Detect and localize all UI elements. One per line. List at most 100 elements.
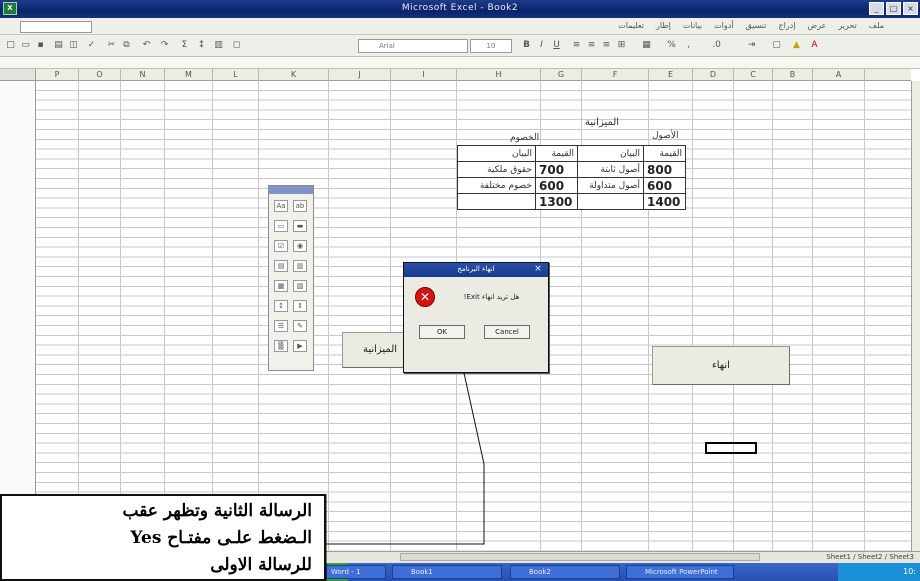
taskbar-item[interactable]: Book1 bbox=[392, 565, 502, 579]
forms-toolbar-title[interactable] bbox=[269, 186, 313, 194]
menu-file[interactable]: ملف bbox=[869, 21, 884, 30]
column-header[interactable]: F bbox=[582, 69, 649, 81]
autosum-icon[interactable]: Σ bbox=[178, 39, 191, 52]
combo-list-icon[interactable]: ▦ bbox=[274, 280, 288, 292]
table-cell[interactable]: 600 bbox=[535, 177, 578, 194]
control-props-icon[interactable]: ☰ bbox=[274, 320, 288, 332]
preview-icon[interactable]: ◫ bbox=[67, 39, 80, 52]
table-cell[interactable]: حقوق ملكية bbox=[457, 161, 536, 178]
spinner-icon[interactable]: ⇕ bbox=[293, 300, 307, 312]
table-cell[interactable] bbox=[577, 193, 644, 210]
close-icon[interactable]: × bbox=[532, 264, 544, 275]
end-button[interactable]: انهاء bbox=[652, 346, 790, 385]
table-cell[interactable] bbox=[457, 193, 536, 210]
open-icon[interactable]: ▭ bbox=[19, 39, 32, 52]
sort-icon[interactable]: ↕ bbox=[195, 39, 208, 52]
close-icon[interactable]: × bbox=[903, 2, 918, 15]
fill-color-icon[interactable]: ▲ bbox=[790, 39, 803, 52]
bold-icon[interactable]: B bbox=[520, 39, 533, 52]
menu-help[interactable]: تعليمات bbox=[618, 21, 644, 30]
maximize-icon[interactable]: □ bbox=[886, 2, 901, 15]
font-color-icon[interactable]: A bbox=[808, 39, 821, 52]
cut-icon[interactable]: ✂ bbox=[105, 39, 118, 52]
checkbox-control-icon[interactable]: ☑ bbox=[274, 240, 288, 252]
align-center-icon[interactable]: ≡ bbox=[585, 39, 598, 52]
question-box[interactable] bbox=[20, 21, 92, 33]
taskbar-item[interactable]: Book2 bbox=[510, 565, 620, 579]
font-name-select[interactable]: Arial bbox=[358, 39, 468, 53]
taskbar-item[interactable]: Word - 1 bbox=[326, 565, 386, 579]
button-control-icon[interactable]: ▬ bbox=[293, 220, 307, 232]
percent-icon[interactable]: % bbox=[665, 39, 678, 52]
chart-icon[interactable]: ▥ bbox=[212, 39, 225, 52]
column-header[interactable]: G bbox=[541, 69, 582, 81]
column-header[interactable]: P bbox=[36, 69, 79, 81]
column-header[interactable]: A bbox=[813, 69, 865, 81]
column-header[interactable]: M bbox=[165, 69, 213, 81]
group-box-icon[interactable]: ▭ bbox=[274, 220, 288, 232]
table-cell[interactable]: 600 bbox=[643, 177, 686, 194]
italic-icon[interactable]: I bbox=[535, 39, 548, 52]
row-headers[interactable] bbox=[911, 81, 920, 551]
underline-icon[interactable]: U bbox=[550, 39, 563, 52]
column-header[interactable]: E bbox=[649, 69, 693, 81]
active-cell[interactable] bbox=[705, 442, 757, 454]
option-button-icon[interactable]: ◉ bbox=[293, 240, 307, 252]
taskbar-item[interactable]: Microsoft PowerPoint bbox=[626, 565, 734, 579]
zoom-icon[interactable]: ◻ bbox=[230, 39, 243, 52]
table-cell[interactable]: أصول متداولة bbox=[577, 177, 644, 194]
formula-bar[interactable] bbox=[0, 57, 920, 69]
save-icon[interactable]: ▪ bbox=[34, 39, 47, 52]
menu-view[interactable]: عرض bbox=[807, 21, 826, 30]
table-cell[interactable]: خصوم مختلفة bbox=[457, 177, 536, 194]
align-left-icon[interactable]: ≡ bbox=[570, 39, 583, 52]
cancel-button[interactable]: Cancel bbox=[484, 325, 530, 339]
indent-icon[interactable]: ⇥ bbox=[745, 39, 758, 52]
horizontal-scrollbar[interactable] bbox=[400, 553, 760, 561]
table-cell[interactable]: 1300 bbox=[535, 193, 578, 210]
undo-icon[interactable]: ↶ bbox=[140, 39, 153, 52]
excel-icon[interactable]: X bbox=[3, 2, 17, 15]
combo-drop-icon[interactable]: ▧ bbox=[293, 280, 307, 292]
menu-insert[interactable]: إدراج bbox=[778, 21, 795, 30]
ok-button[interactable]: OK bbox=[419, 325, 465, 339]
combo-box-icon[interactable]: ▥ bbox=[293, 260, 307, 272]
spell-icon[interactable]: ✓ bbox=[85, 39, 98, 52]
column-header[interactable]: O bbox=[79, 69, 121, 81]
menu-data[interactable]: بيانات bbox=[683, 21, 702, 30]
column-header[interactable]: K bbox=[259, 69, 329, 81]
table-cell[interactable]: 800 bbox=[643, 161, 686, 178]
column-header[interactable]: L bbox=[213, 69, 259, 81]
toggle-grid-icon[interactable]: ▒ bbox=[274, 340, 288, 352]
column-header[interactable]: N bbox=[121, 69, 165, 81]
menu-edit[interactable]: تحرير bbox=[838, 21, 856, 30]
column-header[interactable]: H bbox=[457, 69, 541, 81]
column-header[interactable]: I bbox=[391, 69, 457, 81]
menu-format[interactable]: تنسيق bbox=[746, 21, 767, 30]
copy-icon[interactable]: ⧉ bbox=[120, 39, 133, 52]
scroll-bar-icon[interactable]: ↕ bbox=[274, 300, 288, 312]
table-cell[interactable]: 700 bbox=[535, 161, 578, 178]
column-header[interactable]: B bbox=[773, 69, 813, 81]
comma-icon[interactable]: , bbox=[682, 39, 695, 52]
merge-icon[interactable]: ⊞ bbox=[615, 39, 628, 52]
minimize-icon[interactable]: _ bbox=[869, 2, 884, 15]
list-box-icon[interactable]: ▤ bbox=[274, 260, 288, 272]
new-file-icon[interactable]: □ bbox=[4, 39, 17, 52]
font-size-select[interactable]: 10 bbox=[470, 39, 512, 53]
edit-box-icon[interactable]: ab bbox=[293, 200, 307, 212]
sheet-tabs[interactable]: Sheet1 / Sheet2 / Sheet3 bbox=[826, 553, 914, 561]
align-right-icon[interactable]: ≡ bbox=[600, 39, 613, 52]
column-header[interactable]: D bbox=[693, 69, 734, 81]
table-cell[interactable]: 1400 bbox=[643, 193, 686, 210]
print-icon[interactable]: ▤ bbox=[52, 39, 65, 52]
table-cell[interactable]: أصول ثابتة bbox=[577, 161, 644, 178]
menu-tools[interactable]: أدوات bbox=[714, 21, 733, 30]
edit-code-icon[interactable]: ✎ bbox=[293, 320, 307, 332]
select-all-corner[interactable] bbox=[0, 69, 36, 81]
decimal-icon[interactable]: .0 bbox=[710, 39, 723, 52]
borders-icon[interactable]: ▢ bbox=[770, 39, 783, 52]
label-control-icon[interactable]: Aa bbox=[274, 200, 288, 212]
redo-icon[interactable]: ↷ bbox=[158, 39, 171, 52]
menu-window[interactable]: إطار bbox=[656, 21, 671, 30]
